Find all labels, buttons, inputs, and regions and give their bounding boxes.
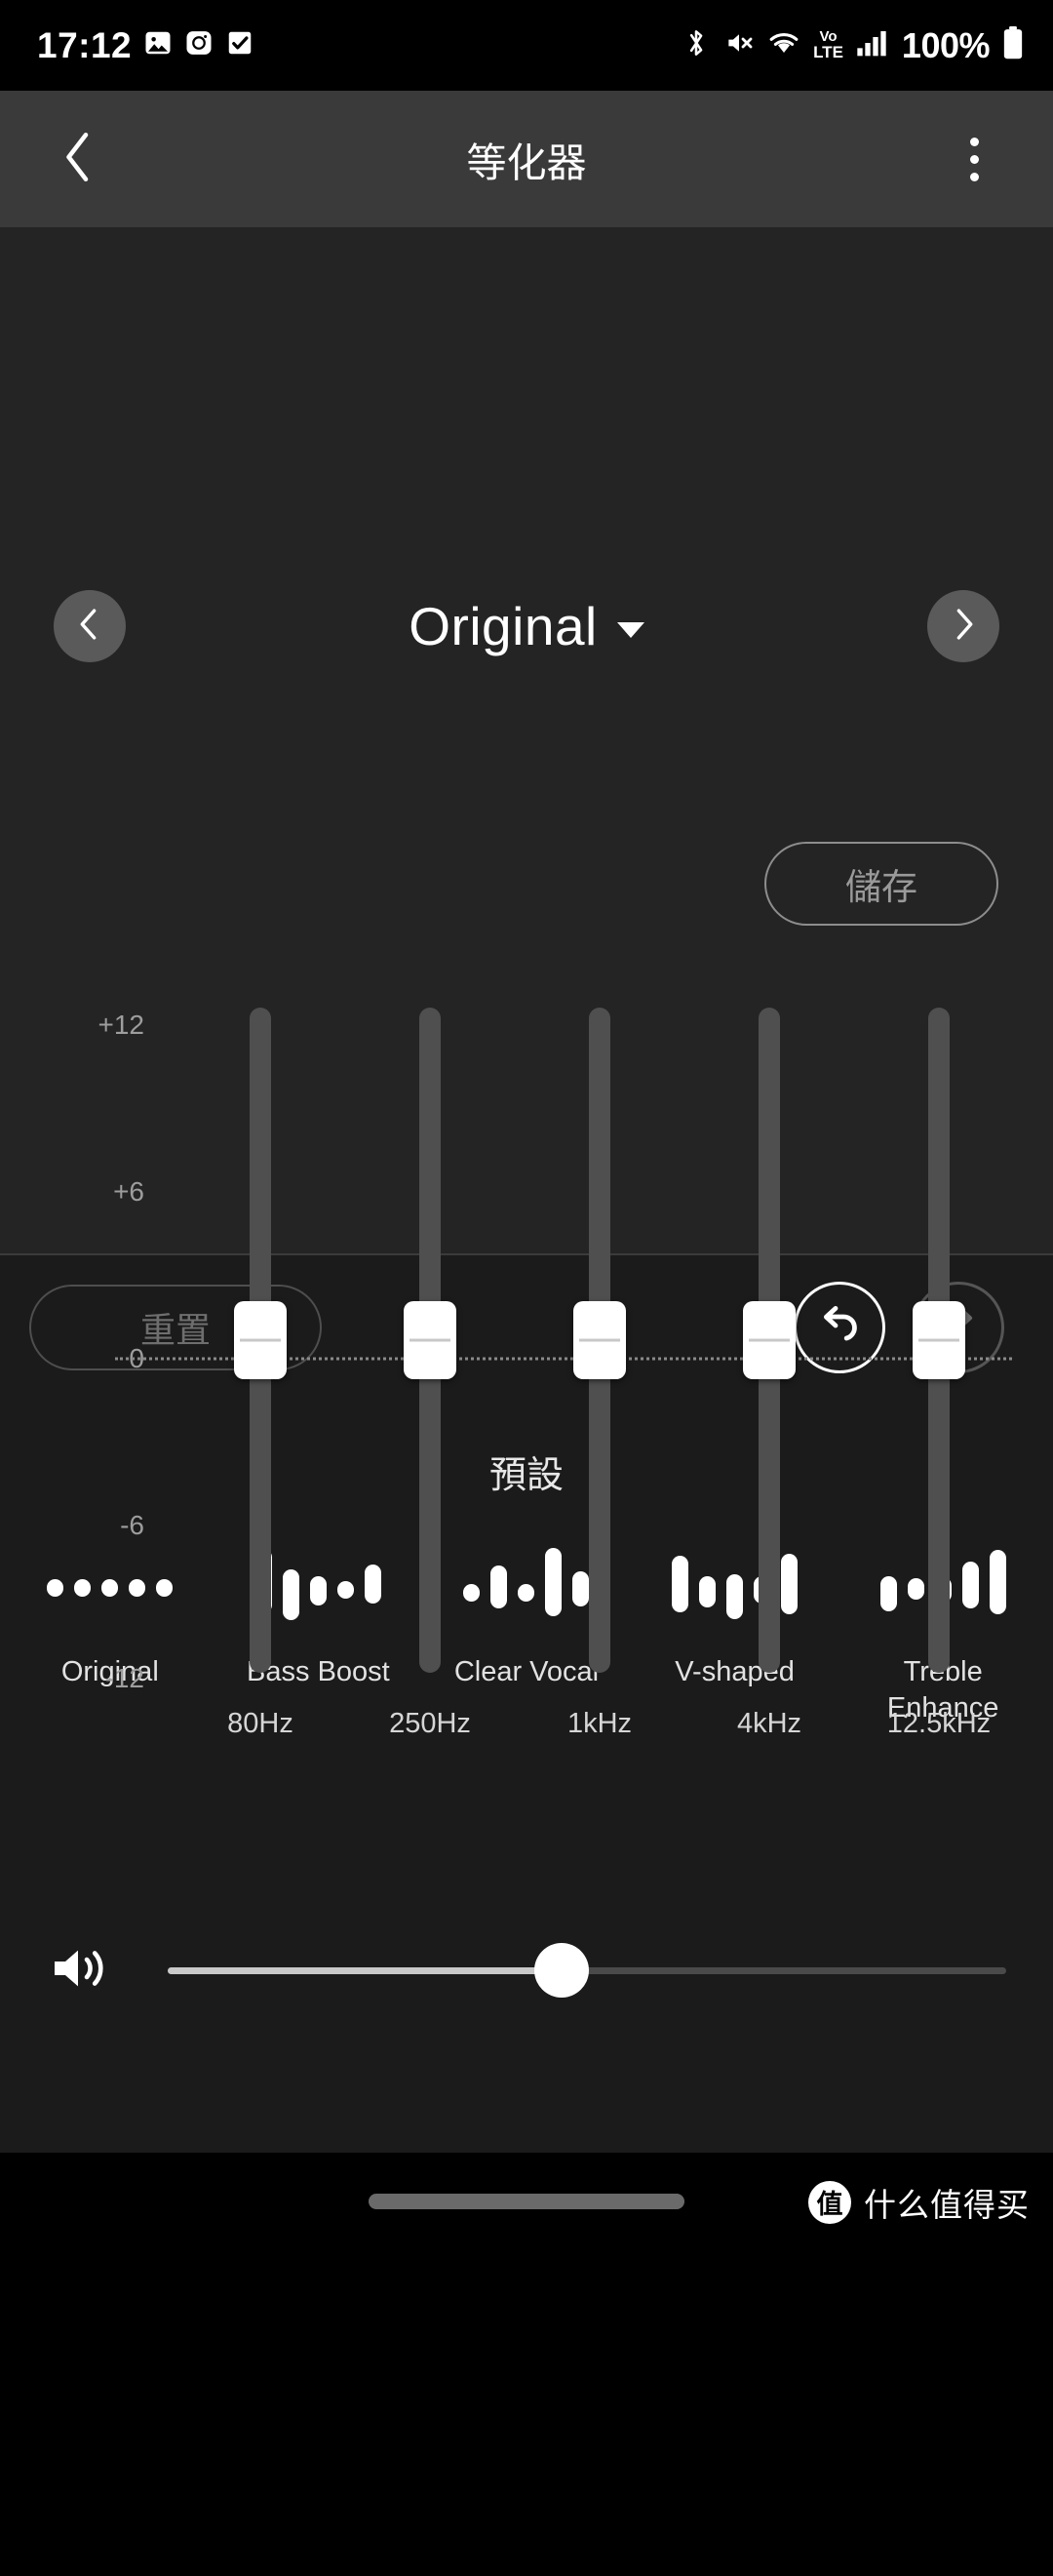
watermark-text: 什么值得买	[864, 2186, 1030, 2223]
instagram-icon	[184, 28, 214, 62]
preset-selector-row: Original	[0, 590, 1053, 662]
volume-mute-icon	[723, 27, 755, 63]
chevron-right-icon	[951, 608, 976, 646]
equalizer-graph: +12 +6 0 -6 -12 80Hz 250Hz 1kHz 4kHz 12.…	[0, 1008, 1053, 1739]
gain-axis: +12 +6 0 -6 -12	[0, 1008, 176, 1693]
slider-thumb[interactable]	[743, 1301, 796, 1379]
frequency-label-1khz: 1kHz	[566, 1708, 633, 1739]
chevron-left-icon	[58, 130, 100, 189]
frequency-label-250hz: 250Hz	[389, 1708, 471, 1739]
cellular-signal-icon	[856, 28, 887, 62]
axis-label-minus12: -12	[104, 1663, 144, 1693]
page-title: 等化器	[466, 140, 587, 185]
status-bar-left: 17:12	[37, 25, 254, 66]
slider-thumb[interactable]	[573, 1301, 626, 1379]
save-button[interactable]: 儲存	[764, 842, 998, 926]
band-slider-0[interactable]	[202, 1008, 319, 1690]
preset-next-button[interactable]	[927, 590, 999, 662]
app-bar: 等化器	[0, 91, 1053, 227]
frequency-label-4khz: 4kHz	[736, 1708, 802, 1739]
back-button[interactable]	[45, 125, 113, 193]
status-bar-right: Vo LTE 100%	[682, 25, 1024, 66]
band-slider-4[interactable]	[880, 1008, 997, 1690]
status-bar: 17:12 Vo LTE 100%	[0, 0, 1053, 91]
volume-slider-thumb[interactable]	[534, 1943, 590, 1998]
slider-track[interactable]	[743, 1008, 796, 1673]
axis-label-minus6: -6	[120, 1510, 144, 1540]
volume-slider-track[interactable]	[168, 1943, 1006, 1998]
slider-track[interactable]	[913, 1008, 965, 1673]
axis-label-plus6: +6	[113, 1176, 144, 1207]
watermark: 值 什么值得买	[808, 2179, 1030, 2226]
system-nav-bar: 值 什么值得买	[0, 2153, 1053, 2251]
slider-thumb[interactable]	[234, 1301, 287, 1379]
preset-selected-label: Original	[409, 596, 598, 656]
band-sliders	[176, 1008, 1024, 1690]
battery-icon	[1002, 26, 1024, 64]
band-slider-3[interactable]	[711, 1008, 828, 1690]
preset-dropdown[interactable]: Original	[126, 595, 927, 657]
frequency-label-80hz: 80Hz	[227, 1708, 293, 1739]
slider-track[interactable]	[404, 1008, 456, 1673]
speaker-volume-icon[interactable]	[49, 1940, 111, 2001]
volume-row	[0, 1926, 1053, 2014]
frequency-labels: 80Hz 250Hz 1kHz 4kHz 12.5kHz	[176, 1708, 1024, 1740]
overflow-menu-button[interactable]	[940, 125, 1008, 193]
status-bar-clock: 17:12	[37, 24, 133, 65]
volume-slider-fill	[168, 1966, 563, 1974]
chevron-down-icon	[616, 622, 644, 638]
battery-percent-label: 100%	[901, 24, 991, 65]
gallery-icon	[143, 28, 173, 62]
overflow-menu-icon	[969, 137, 979, 181]
preset-prev-button[interactable]	[54, 590, 126, 662]
home-gesture-bar[interactable]	[369, 2194, 684, 2209]
wifi-icon	[767, 28, 800, 62]
band-slider-1[interactable]	[371, 1008, 488, 1690]
bluetooth-icon	[682, 26, 711, 64]
slider-thumb[interactable]	[404, 1301, 456, 1379]
slider-thumb[interactable]	[913, 1301, 965, 1379]
chevron-left-icon	[77, 608, 102, 646]
watermark-logo-icon: 值	[808, 2180, 851, 2224]
band-slider-2[interactable]	[541, 1008, 658, 1690]
frequency-label-12-5khz: 12.5kHz	[886, 1708, 992, 1739]
slider-track[interactable]	[573, 1008, 626, 1673]
checkbox-icon	[225, 28, 254, 62]
axis-label-plus12: +12	[98, 1010, 145, 1040]
volume-section	[0, 1802, 1053, 2153]
equalizer-panel: Original 儲存 +12 +6 0 -6 -12 80Hz 250Hz 1…	[0, 227, 1053, 1739]
volte-icon: Vo LTE	[813, 28, 843, 61]
slider-track[interactable]	[234, 1008, 287, 1673]
